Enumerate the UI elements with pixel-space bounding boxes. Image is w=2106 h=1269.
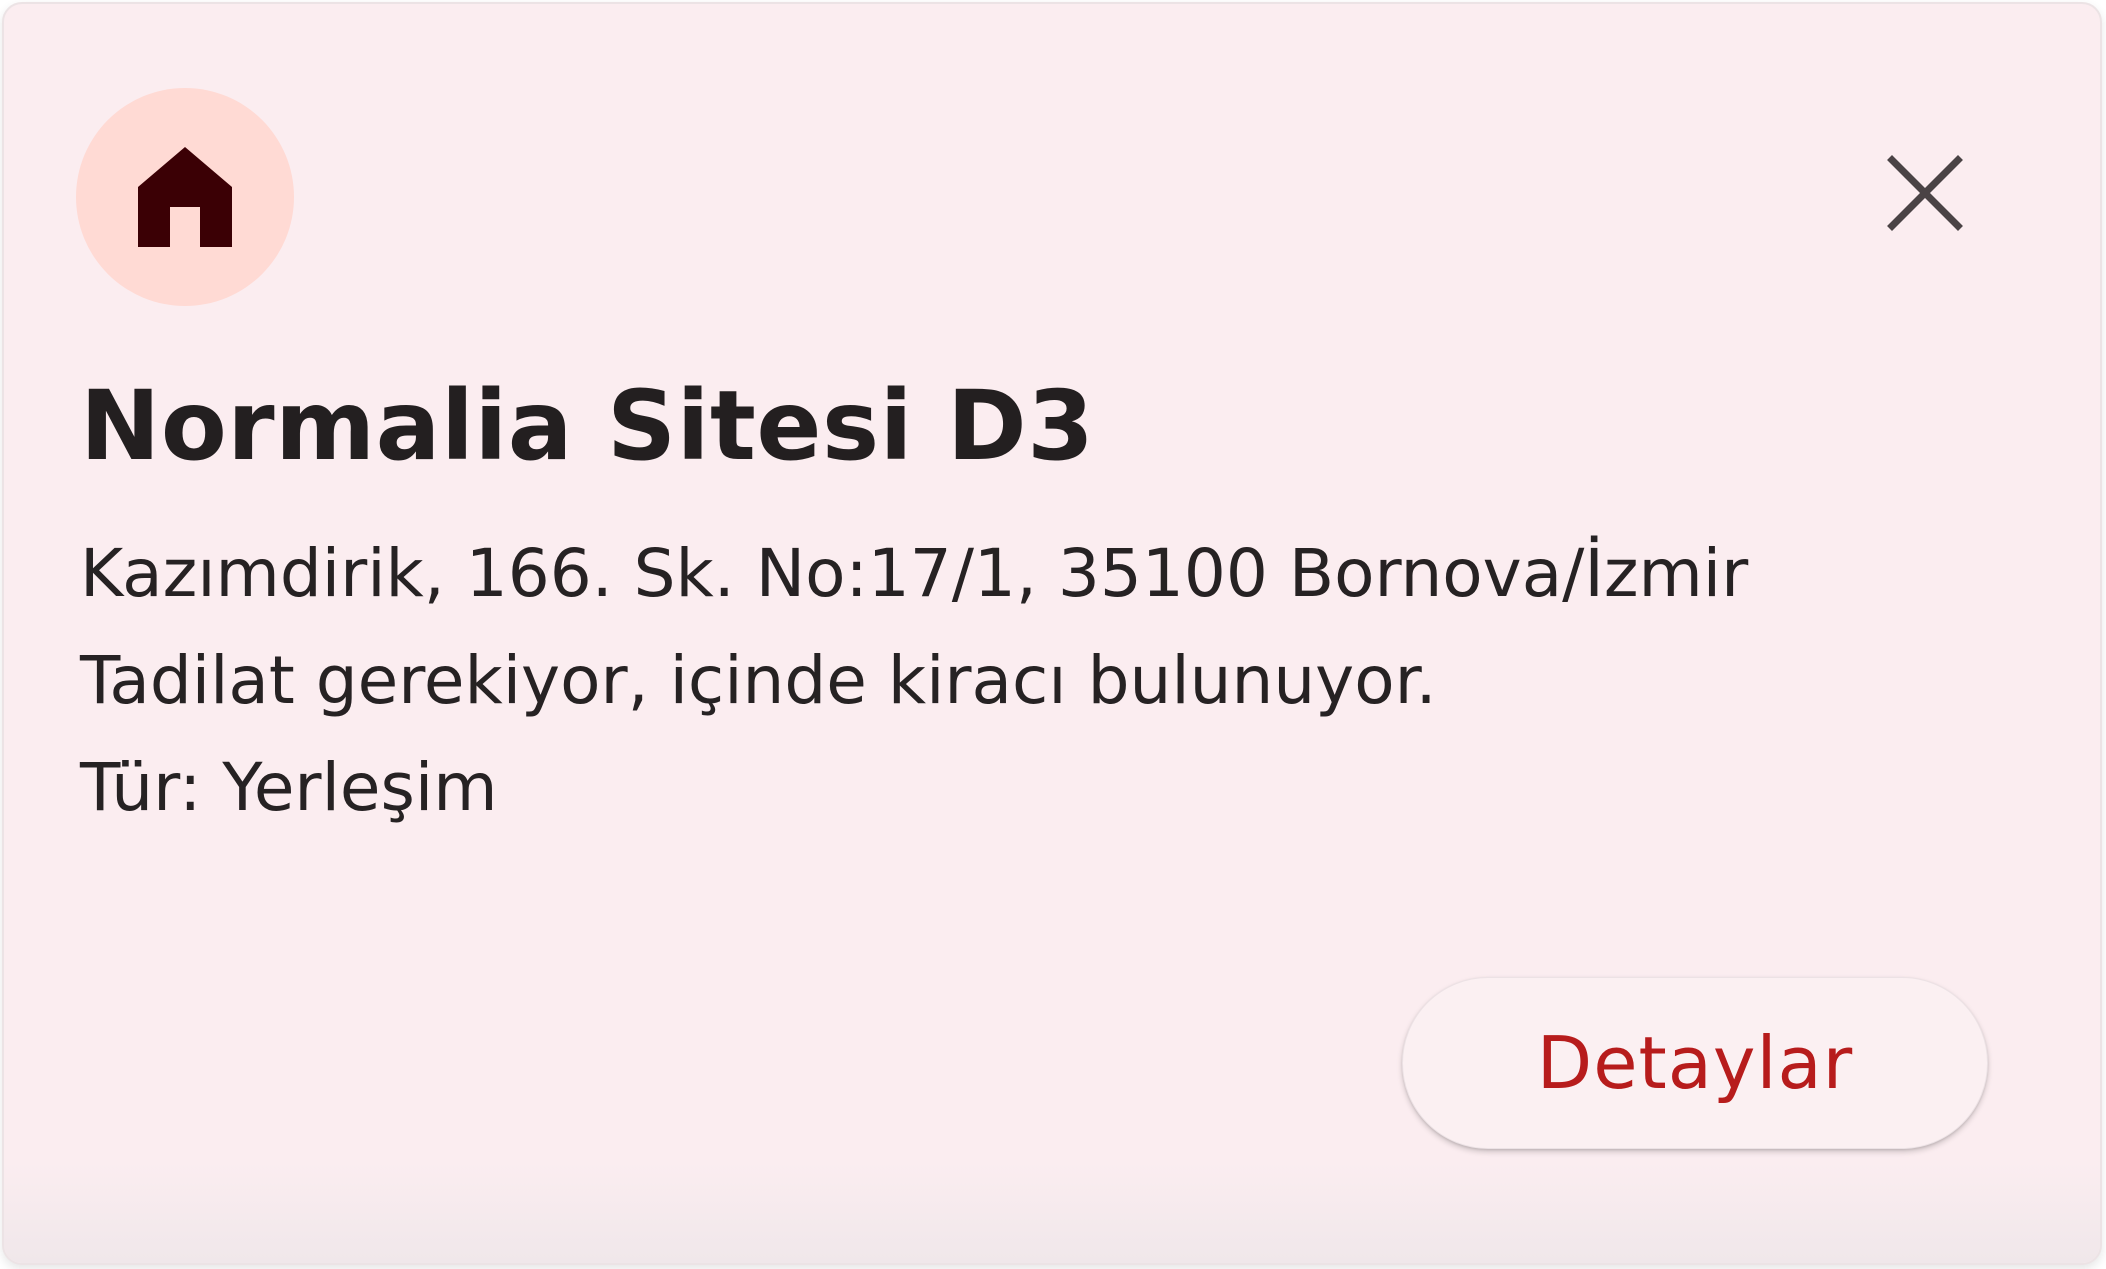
- property-note: Tadilat gerekiyor, içinde kiracı bulunuy…: [80, 642, 1437, 719]
- property-info-card: Normalia Sitesi D3 Kazımdirik, 166. Sk. …: [2, 2, 2102, 1265]
- home-icon: [138, 147, 232, 247]
- close-icon: [1887, 155, 1963, 231]
- close-button[interactable]: [1870, 138, 1980, 248]
- property-type: Tür: Yerleşim: [80, 749, 498, 826]
- property-icon-badge: [76, 88, 294, 306]
- property-title: Normalia Sitesi D3: [80, 370, 1095, 482]
- property-address: Kazımdirik, 166. Sk. No:17/1, 35100 Born…: [80, 535, 1749, 612]
- details-button[interactable]: Detaylar: [1402, 977, 1988, 1149]
